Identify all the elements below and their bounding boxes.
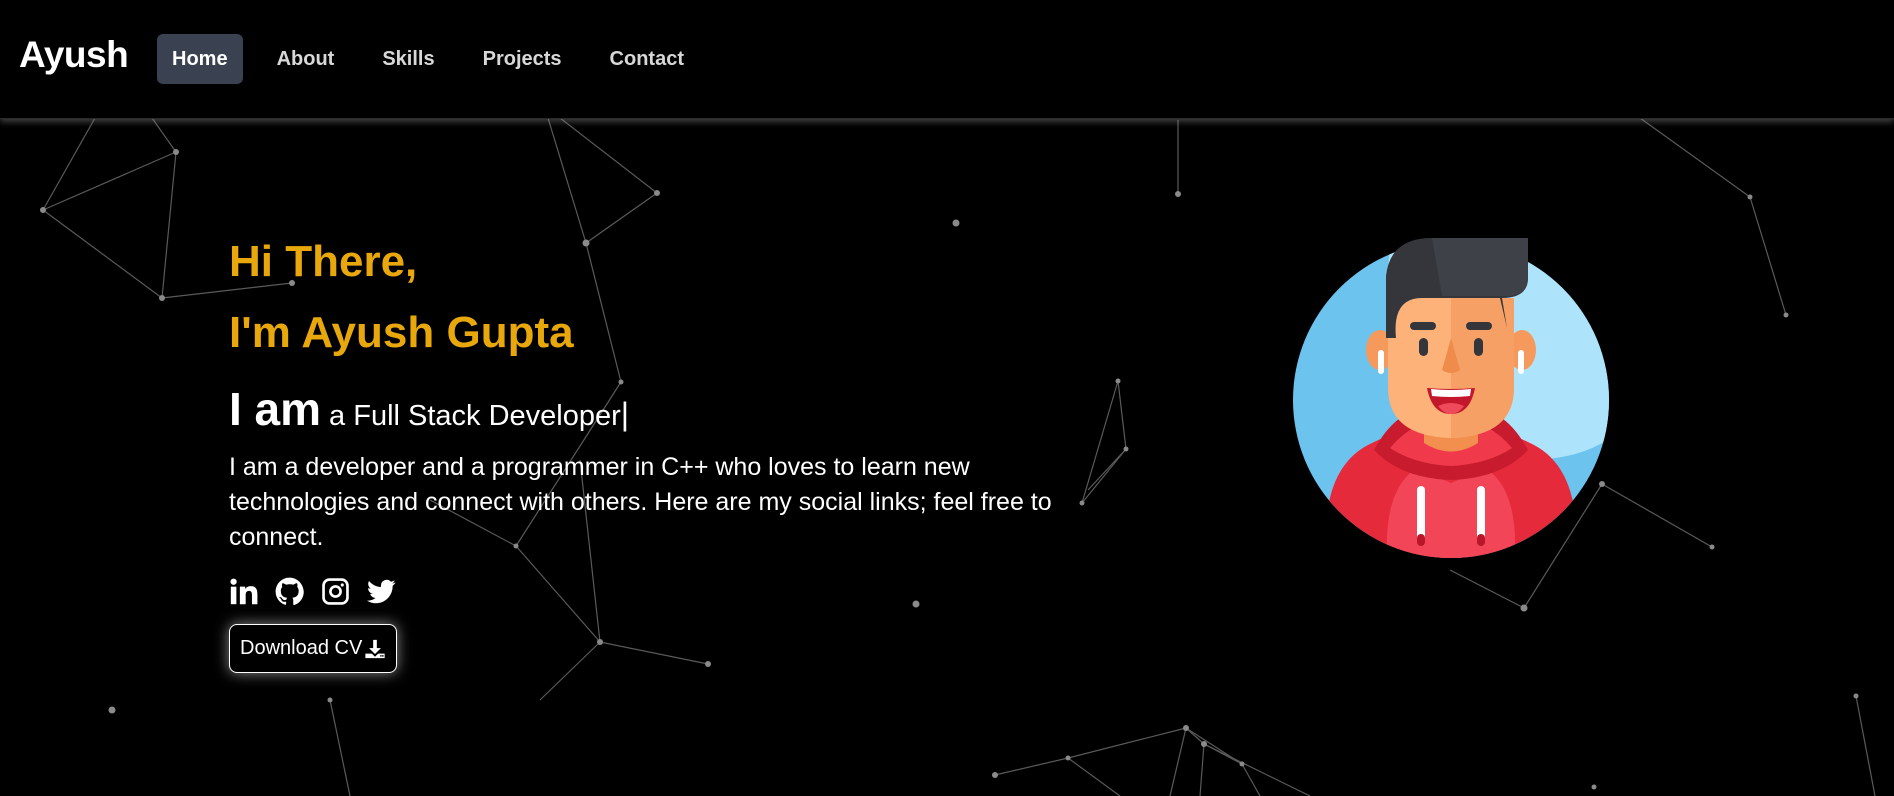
greeting-line-2: I'm Ayush Gupta	[229, 308, 574, 357]
linkedin-icon[interactable]	[229, 577, 258, 606]
nav-link-skills[interactable]: Skills	[368, 34, 448, 84]
bio-text: I am a developer and a programmer in C++…	[229, 453, 1052, 551]
nav-links: Home About Skills Projects Contact	[157, 34, 718, 84]
greeting-line-1: Hi There,	[229, 237, 418, 286]
nav-link-home[interactable]: Home	[157, 34, 243, 84]
download-cv-label: Download CV	[240, 637, 363, 659]
nav-link-contact[interactable]: Contact	[596, 34, 698, 84]
role-prefix: I am	[229, 383, 322, 435]
twitter-icon[interactable]	[367, 577, 396, 606]
brand-logo[interactable]: Ayush	[19, 34, 129, 76]
download-icon	[365, 639, 385, 658]
github-icon[interactable]	[275, 577, 304, 606]
download-cv-button[interactable]: Download CV	[229, 624, 398, 673]
nav-link-projects[interactable]: Projects	[469, 34, 576, 84]
social-links	[229, 577, 396, 606]
navbar: Ayush Home About Skills Projects Contact	[0, 0, 1894, 119]
role-line: I am a Full Stack Developer|	[229, 382, 629, 436]
instagram-icon[interactable]	[321, 577, 350, 606]
typed-role: a Full Stack Developer	[329, 400, 621, 432]
avatar-illustration	[1292, 238, 1610, 558]
nav-link-about[interactable]: About	[263, 34, 349, 84]
typing-cursor: |	[620, 396, 630, 432]
